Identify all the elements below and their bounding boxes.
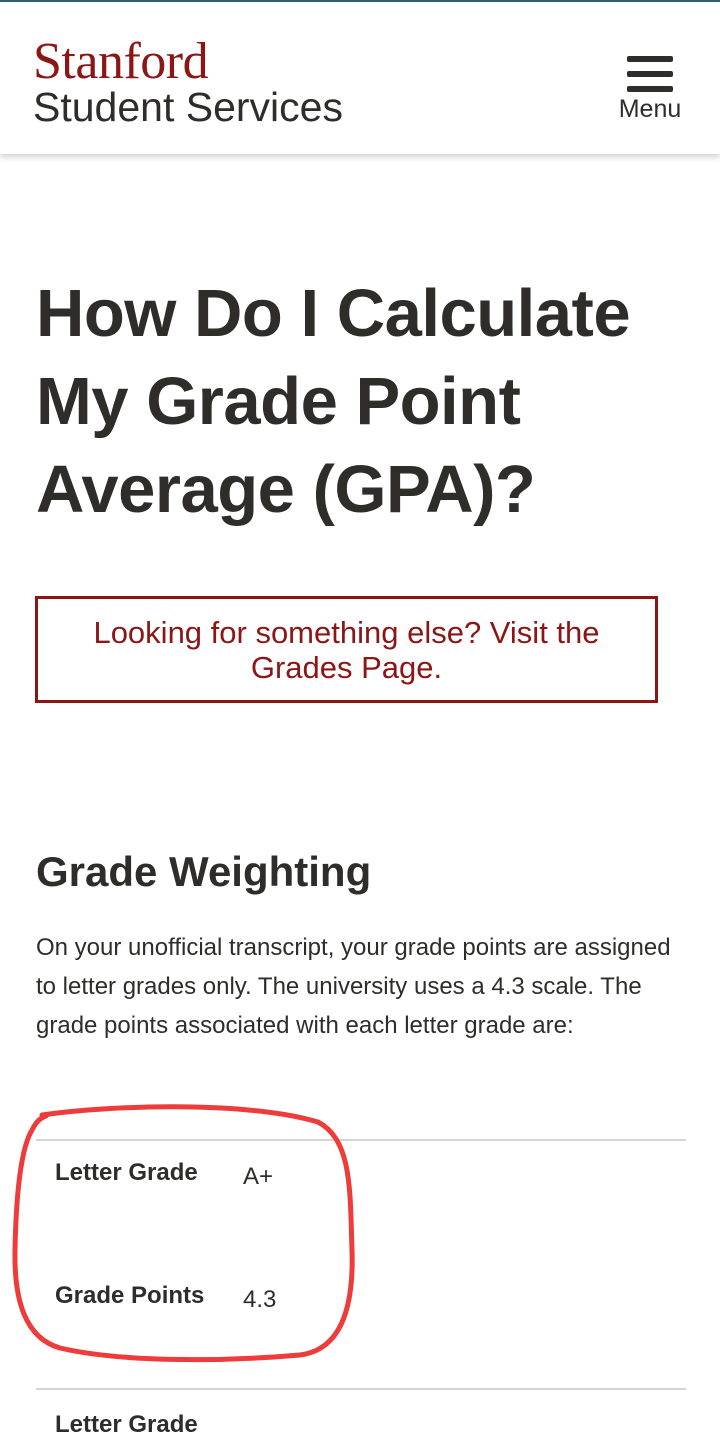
row-value: A+ bbox=[243, 1163, 274, 1190]
section-title: Grade Weighting bbox=[36, 848, 372, 895]
row-value: 4.3 bbox=[243, 1286, 277, 1313]
notice-box: Looking for something else? Visit the Gr… bbox=[35, 596, 658, 703]
row-label: Grade Points bbox=[55, 1282, 205, 1309]
site-name[interactable]: Student Services bbox=[33, 82, 343, 132]
table-row: Letter Grade A+ bbox=[36, 1153, 686, 1193]
site-header: Stanford Student Services Menu bbox=[0, 2, 720, 154]
menu-label: Menu bbox=[618, 95, 682, 123]
intro-paragraph: On your unofficial transcript, your grad… bbox=[36, 934, 671, 1039]
hamburger-icon bbox=[627, 56, 673, 92]
grades-page-link[interactable]: Looking for something else? Visit the Gr… bbox=[67, 615, 627, 685]
row-label: Letter Grade bbox=[55, 1159, 198, 1186]
table-divider bbox=[36, 1139, 686, 1141]
table-divider bbox=[36, 1388, 686, 1390]
page-title: How Do I Calculate My Grade Point Averag… bbox=[36, 276, 631, 527]
table-row: Grade Points 4.3 bbox=[36, 1276, 686, 1316]
menu-button[interactable]: Menu bbox=[614, 56, 686, 130]
grade-weighting-table: Letter Grade A+ Grade Points 4.3 Letter … bbox=[36, 1139, 686, 1438]
next-row-label: Letter Grade bbox=[55, 1411, 198, 1438]
